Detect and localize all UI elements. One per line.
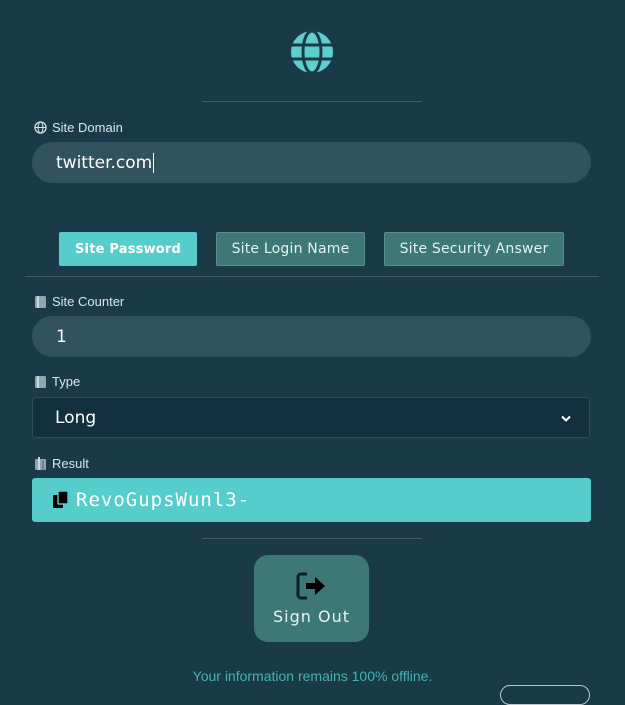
result-output[interactable]: RevoGupsWunl3- xyxy=(32,478,591,522)
site-counter-label: Site Counter xyxy=(33,294,124,309)
type-selected-value: Long xyxy=(55,407,97,428)
site-counter-label-text: Site Counter xyxy=(52,294,125,309)
globe-small-icon xyxy=(33,121,47,135)
type-label-text: Type xyxy=(52,374,81,389)
tab-site-login-name-label: Site Login Name xyxy=(231,241,350,257)
type-select[interactable]: Long xyxy=(32,397,590,438)
tab-site-login-name[interactable]: Site Login Name xyxy=(216,232,365,266)
result-label-text: Result xyxy=(52,456,89,471)
site-counter-value: 1 xyxy=(56,326,67,347)
top-divider xyxy=(202,101,422,102)
bottom-divider xyxy=(202,538,422,539)
sign-out-button[interactable]: Sign Out xyxy=(254,555,369,642)
tab-site-password-label: Site Password xyxy=(74,241,182,257)
sign-out-icon xyxy=(295,571,329,601)
result-label: Result xyxy=(33,456,89,471)
site-domain-value: twitter.com xyxy=(56,152,153,173)
chevron-down-icon xyxy=(561,408,571,428)
site-domain-label-text: Site Domain xyxy=(52,120,123,135)
sign-out-label: Sign Out xyxy=(273,607,350,626)
offline-notice: Your information remains 100% offline. xyxy=(192,668,433,684)
type-icon xyxy=(33,375,47,389)
site-domain-input[interactable]: twitter.com xyxy=(32,142,591,183)
tab-site-security-answer-label: Site Security Answer xyxy=(399,241,549,257)
tab-site-password[interactable]: Site Password xyxy=(59,232,197,266)
site-domain-label: Site Domain xyxy=(33,120,123,135)
result-icon xyxy=(33,456,47,471)
counter-icon xyxy=(33,295,47,309)
corner-button[interactable] xyxy=(500,685,590,705)
tabs-divider xyxy=(25,276,599,277)
tab-site-security-answer[interactable]: Site Security Answer xyxy=(384,232,564,266)
copy-icon[interactable] xyxy=(52,490,70,510)
site-counter-input[interactable]: 1 xyxy=(32,316,591,357)
text-caret xyxy=(153,152,155,173)
result-value: RevoGupsWunl3- xyxy=(76,489,251,511)
type-label: Type xyxy=(33,374,80,389)
globe-icon xyxy=(289,29,335,75)
